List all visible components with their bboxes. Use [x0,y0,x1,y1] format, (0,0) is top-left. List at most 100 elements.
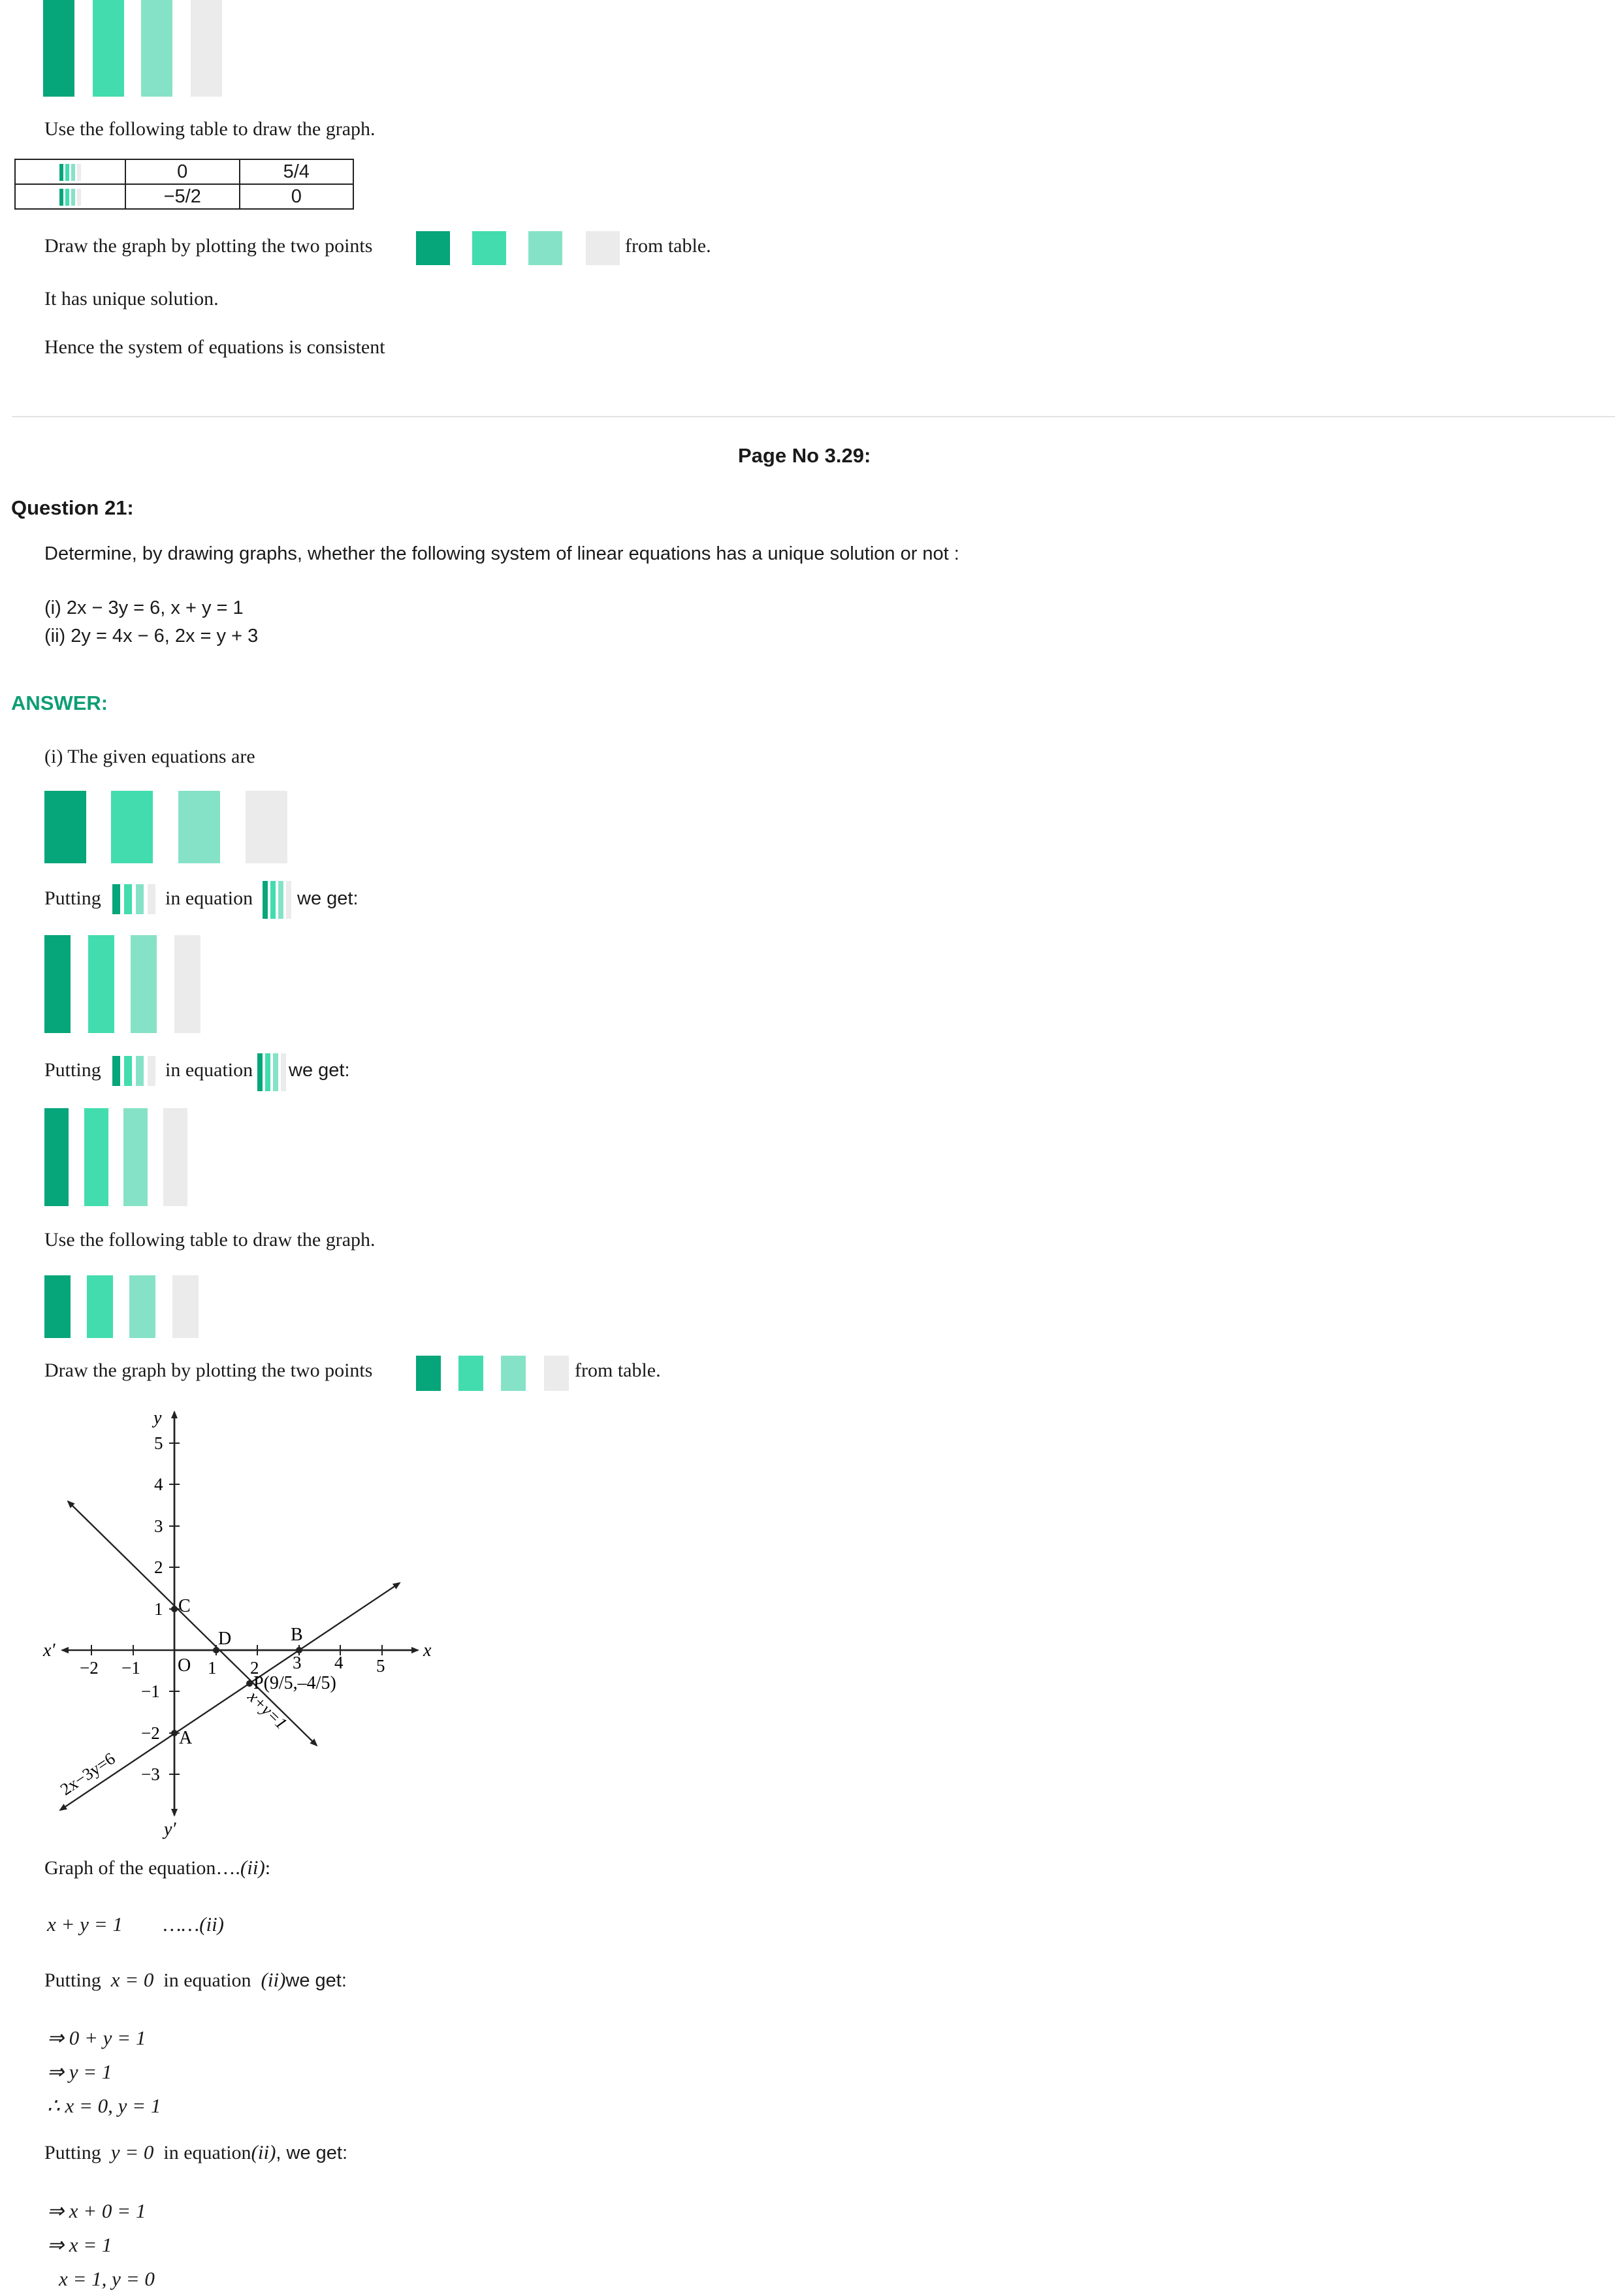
in-equation-text: in equation [165,1059,253,1081]
section-heading: Graph of the equation….(ii): [44,1856,270,1879]
putting-line: Putting y = 0 in equation(ii), we get: [44,2141,347,2164]
placeholder-block [129,1275,155,1338]
placeholder-block [141,0,172,97]
y-tick-label: 2 [154,1557,163,1577]
placeholder-block [270,881,276,919]
placeholder-block [501,1356,526,1391]
table-cell: −5/2 [124,183,240,210]
draw-text-suffix: from table. [625,235,711,257]
label-a: A [179,1728,193,1748]
placeholder-block [416,1356,441,1391]
putting-text: Putting [44,1969,101,1991]
placeholder-block [44,1275,71,1338]
x-tick-label: 5 [376,1656,385,1676]
substitution: x = 0 [110,1968,154,1991]
y-tick-label: −2 [141,1723,160,1743]
in-equation-text: in equation [163,2142,251,2163]
placeholder-block [44,1108,69,1206]
putting-text: Putting [44,887,101,909]
table-row: 0 5/4 [14,159,355,185]
table-cell: 0 [238,183,355,210]
substitution: y = 0 [110,2141,154,2163]
we-get-text: , we get: [276,2143,348,2163]
table-cell: 5/4 [238,159,355,185]
placeholder-block [84,1108,108,1206]
placeholder-block [111,791,153,863]
placeholder-block [93,0,124,97]
placeholder-block [281,1053,286,1091]
origin-label: O [178,1655,191,1676]
placeholder-block [472,231,506,265]
x-axis-neg-label: x′ [42,1640,56,1661]
placeholder-block [286,881,291,919]
point-a [171,1730,178,1736]
steps-block: ⇒ x + 0 = 1 ⇒ x = 1 x = 1, y = 0 [47,2194,155,2296]
point-c [171,1606,178,1612]
y-tick-label: 1 [154,1599,163,1619]
putting-line: Putting x = 0 in equation (ii)we get: [44,1968,347,1992]
step-line: ⇒ x = 1 [47,2233,112,2256]
in-equation-text: in equation [165,887,253,909]
y-tick-label: 3 [154,1516,163,1536]
y-tick-label: 4 [154,1475,163,1494]
placeholder-block [131,935,157,1033]
placeholder-block [44,935,71,1033]
placeholder-block [87,1275,113,1338]
placeholder-block [88,935,114,1033]
placeholder-block [112,1056,120,1086]
we-get-text: we get: [285,1970,347,1991]
placeholder-block [112,884,120,914]
answer-text: (i) The given equations are [44,746,255,767]
table-cell: 0 [124,159,240,185]
coordinate-graph: x x′ y y′ −2 −1 1 2 3 4 5 5 4 3 2 1 −1 −… [42,1408,432,1840]
label-c: C [178,1596,191,1616]
x-tick-label: 4 [334,1653,344,1672]
x-axis-label: x [423,1640,432,1661]
placeholder-block [246,791,287,863]
answer-heading: ANSWER: [11,692,108,714]
question-prompt: Determine, by drawing graphs, whether th… [44,543,959,564]
equation-tag: ……(ii) [163,1913,224,1936]
table-row: −5/2 0 [14,183,355,210]
page-number: Page No 3.29: [738,444,871,467]
placeholder-block [416,231,450,265]
table-cell-image [14,159,126,185]
label-b: B [291,1625,303,1645]
step-line: ⇒ y = 1 [47,2060,112,2083]
question-part-2: (ii) 2y = 4x − 6, 2x = y + 3 [44,626,259,646]
placeholder-block [544,1356,569,1391]
instruction-text: Use the following table to draw the grap… [44,118,376,140]
placeholder-block [163,1108,187,1206]
y-tick-label: −3 [141,1764,160,1784]
eq-ref: (ii) [261,1968,286,1991]
x-tick-label: 3 [293,1653,302,1672]
placeholder-block [172,1275,199,1338]
step-line: ⇒ x + 0 = 1 [47,2199,146,2222]
placeholder-block [528,231,562,265]
placeholder-block [174,935,200,1033]
x-tick-label: −1 [121,1658,140,1678]
step-line: ∴ x = 0, y = 1 [47,2094,161,2117]
conclusion-text: Hence the system of equations is consist… [44,336,385,358]
draw-text: Draw the graph by plotting the two point… [44,1360,373,1381]
y-axis-neg-label: y′ [162,1819,176,1840]
colon: : [264,1857,271,1879]
placeholder-block [123,1108,148,1206]
eq-ref: (ii) [251,2141,276,2163]
placeholder-block [148,884,155,914]
instruction-text: Use the following table to draw the grap… [44,1229,376,1251]
placeholder-block [278,881,283,919]
x-tick-label: −2 [80,1658,99,1678]
placeholder-block [44,791,86,863]
equation-x-y-1: x + y = 1 [47,1913,123,1936]
point-p [246,1680,253,1687]
placeholder-block [178,791,220,863]
draw-text: Draw the graph by plotting the two point… [44,235,373,257]
placeholder-block [136,884,144,914]
we-get-text: we get: [289,1060,350,1081]
steps-block: ⇒ 0 + y = 1 ⇒ y = 1 ∴ x = 0, y = 1 [47,2021,161,2123]
question-title: Question 21: [11,496,134,519]
placeholder-block [148,1056,155,1086]
placeholder-block [273,1053,278,1091]
x-tick-label: 1 [208,1658,217,1678]
